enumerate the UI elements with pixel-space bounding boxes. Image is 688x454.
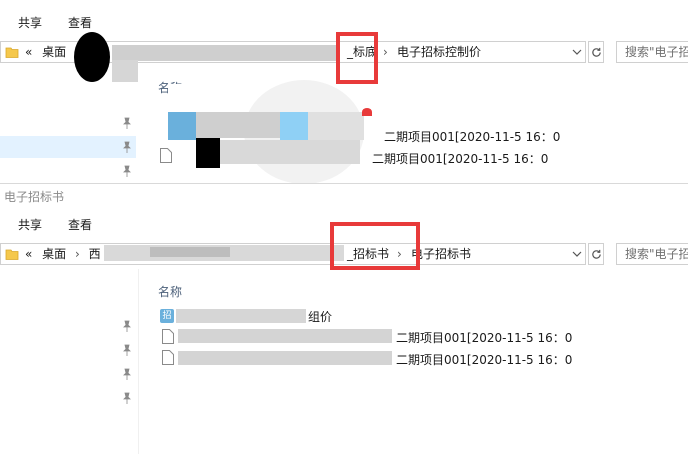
breadcrumb: « 桌面: [25, 42, 66, 62]
tab-share[interactable]: 共享: [18, 216, 42, 233]
chevron-down-icon[interactable]: [569, 42, 585, 62]
tab-view[interactable]: 查看: [68, 216, 92, 233]
breadcrumb-desktop[interactable]: 桌面: [36, 45, 66, 59]
highlight-box: [336, 32, 378, 84]
search-input[interactable]: 搜索"电子招: [616, 243, 688, 265]
pin-icon[interactable]: [120, 367, 134, 381]
column-header-name[interactable]: 名称: [158, 283, 182, 300]
chevron-down-icon[interactable]: [569, 244, 585, 264]
window-title: 电子招标书: [0, 183, 688, 209]
chevron-right-icon: ›: [75, 247, 80, 261]
chevron-right-icon: ›: [383, 45, 388, 59]
pin-icon[interactable]: [120, 391, 134, 405]
file-name[interactable]: 组价: [308, 308, 332, 325]
pane-divider[interactable]: [138, 269, 139, 454]
explorer-window-top: 共享 查看 « 桌面 _标底 › 电子招标控制价 搜索"电子招 二期项目001[…: [0, 0, 688, 183]
explorer-window-bottom: 电子招标书 共享 查看 « 桌面 › 西 _招标书 › 电子招标书 搜索"电子招: [0, 183, 688, 454]
nav-selected-item[interactable]: [0, 136, 136, 158]
folder-icon: [5, 247, 19, 261]
folder-icon: [5, 45, 19, 59]
breadcrumb-partial[interactable]: 西: [89, 247, 101, 261]
tab-view[interactable]: 查看: [68, 14, 92, 31]
pin-icon[interactable]: [120, 164, 134, 178]
breadcrumb-child[interactable]: 电子招标控制价: [397, 42, 481, 62]
refresh-button[interactable]: [588, 243, 604, 265]
document-icon: [162, 350, 174, 365]
file-name[interactable]: 二期项目001[2020-11-5 16：0: [372, 150, 548, 167]
navigation-pane: [0, 269, 138, 454]
breadcrumb-desktop[interactable]: 桌面: [36, 247, 66, 261]
folder-zip-icon: 招: [160, 309, 174, 323]
breadcrumb: « 桌面 › 西: [25, 244, 101, 264]
search-input[interactable]: 搜索"电子招: [616, 41, 688, 63]
breadcrumb-overflow[interactable]: «: [25, 247, 32, 261]
pin-icon[interactable]: [120, 140, 134, 154]
file-name[interactable]: 二期项目001[2020-11-5 16：0: [396, 329, 572, 346]
document-icon: [160, 148, 172, 163]
document-icon: [162, 329, 174, 344]
navigation-pane: [0, 66, 138, 183]
file-name[interactable]: 二期项目001[2020-11-5 16：0: [396, 351, 572, 368]
refresh-button[interactable]: [588, 41, 604, 63]
tab-share[interactable]: 共享: [18, 14, 42, 31]
pin-icon[interactable]: [120, 116, 134, 130]
breadcrumb-overflow[interactable]: «: [25, 45, 32, 59]
file-name[interactable]: 二期项目001[2020-11-5 16：0: [384, 128, 560, 145]
refresh-icon: [591, 47, 601, 57]
pin-icon[interactable]: [120, 343, 134, 357]
refresh-icon: [591, 249, 601, 259]
pin-icon[interactable]: [120, 319, 134, 333]
highlight-box: [330, 222, 420, 270]
breadcrumb-child[interactable]: 电子招标书: [411, 244, 471, 264]
